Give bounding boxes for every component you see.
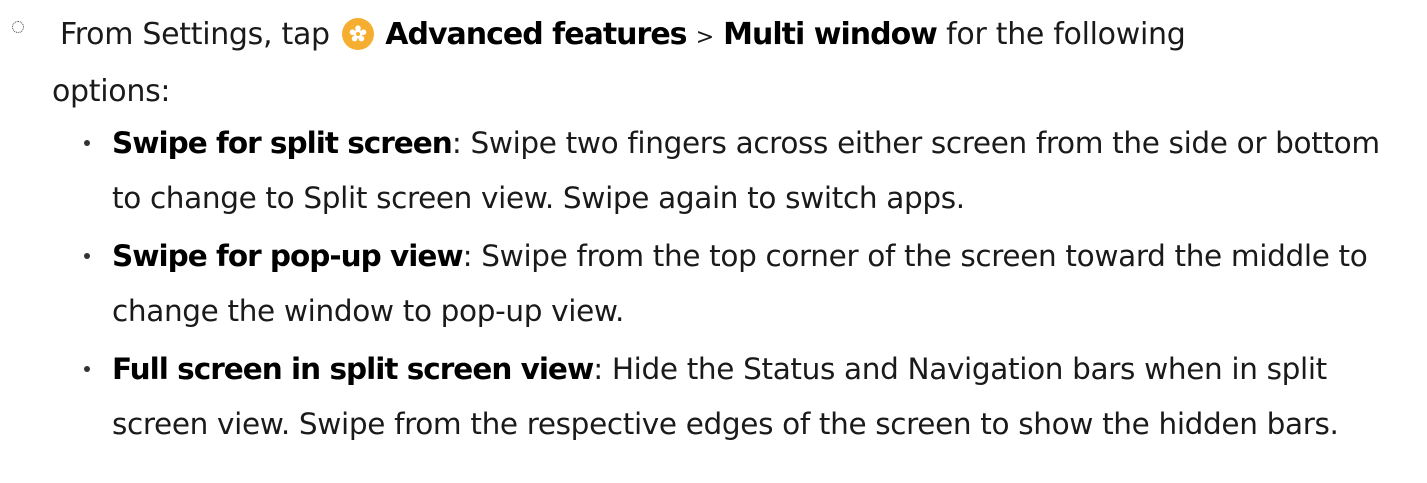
instruction-document: From Settings, tap Advanced features > M… <box>0 0 1427 483</box>
option-colon: : <box>462 239 473 273</box>
option-name: Swipe for split screen <box>112 126 453 160</box>
option-name: Full screen in split screen view <box>112 352 594 386</box>
multi-window-label: Multi window <box>723 17 938 52</box>
list-item: Full screen in split screen view: Hide t… <box>80 342 1410 452</box>
option-name: Swipe for pop-up view <box>112 239 464 273</box>
path-separator: > <box>695 25 714 50</box>
list-item: Swipe for pop-up view: Swipe from the to… <box>80 229 1410 339</box>
options-list: Swipe for split screen: Swipe two finger… <box>80 116 1410 455</box>
step-instruction: From Settings, tap Advanced features > M… <box>52 8 1312 119</box>
list-item: Swipe for split screen: Swipe two finger… <box>80 116 1410 226</box>
option-colon: : <box>593 352 603 386</box>
bullet-icon <box>84 253 90 259</box>
bullet-icon <box>84 140 90 146</box>
option-colon: : <box>451 126 462 160</box>
advanced-features-label: Advanced features <box>385 17 687 52</box>
step-bullet-icon <box>12 21 24 33</box>
bullet-icon <box>84 366 90 372</box>
step-prefix: From Settings, tap <box>60 17 330 52</box>
settings-gear-icon <box>342 18 375 50</box>
